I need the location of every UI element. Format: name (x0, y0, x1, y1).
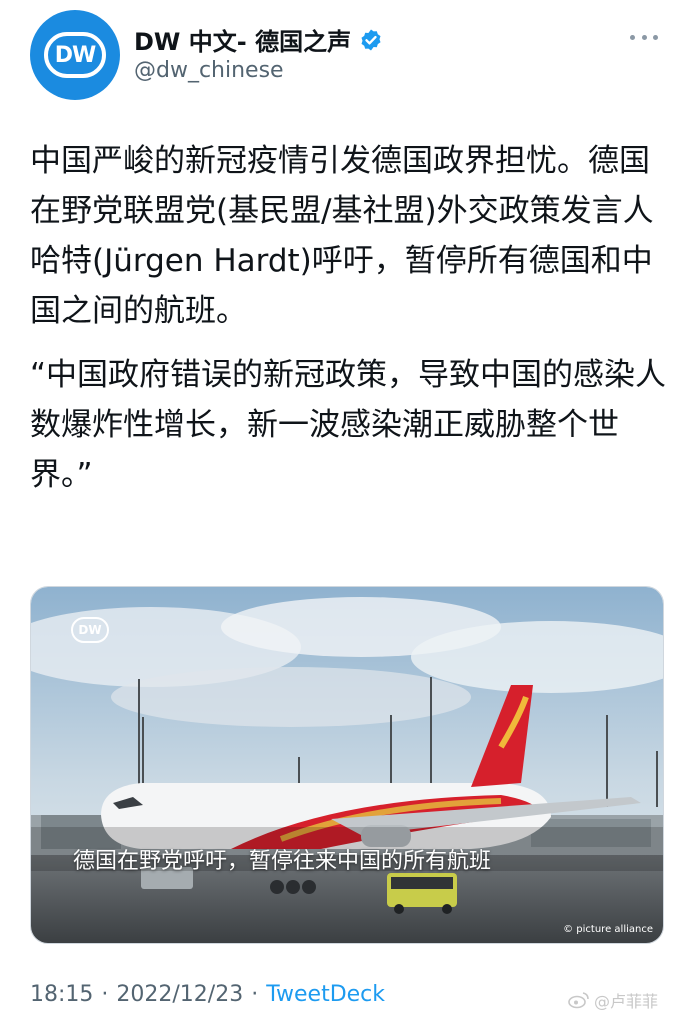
tweet-time[interactable]: 18:15 (30, 982, 93, 1007)
watermark-text: @卢菲菲 (593, 992, 658, 1011)
tweet-meta: 18:15 · 2022/12/23 · TweetDeck (30, 982, 385, 1007)
tweet-quote: “中国政府错误的新冠政策，导致中国的感染人数爆炸性增长，新一波感染潮正威胁整个世… (30, 357, 667, 493)
tweet-media[interactable]: DW 德国在野党呼吁，暂停往来中国的所有航班 © picture allianc… (30, 586, 664, 944)
photo-credit: © picture alliance (563, 924, 653, 935)
dw-watermark-logo: DW (71, 617, 109, 643)
separator: · (101, 982, 109, 1007)
display-name[interactable]: DW 中文- 德国之声 (134, 22, 351, 57)
tweet-source-link[interactable]: TweetDeck (266, 982, 385, 1007)
avatar[interactable]: DW (30, 10, 120, 100)
more-options-icon[interactable] (630, 30, 658, 44)
weibo-watermark: @卢菲菲 (568, 988, 658, 1012)
dw-logo-icon: DW (44, 32, 106, 78)
media-caption: 德国在野党呼吁，暂停往来中国的所有航班 (73, 849, 492, 874)
separator: · (251, 982, 259, 1007)
verified-badge-icon (361, 29, 381, 50)
tweet-body: 中国严峻的新冠疫情引发德国政界担忧。德国在野党联盟党(基民盟/基社盟)外交政策发… (30, 136, 670, 500)
tweet-paragraph: 中国严峻的新冠疫情引发德国政界担忧。德国在野党联盟党(基民盟/基社盟)外交政策发… (30, 143, 654, 329)
airplane-photo (31, 587, 663, 943)
weibo-icon (568, 992, 589, 1009)
tweet-date[interactable]: 2022/12/23 (116, 982, 243, 1007)
handle[interactable]: @dw_chinese (134, 58, 284, 83)
tweet-header: DW DW 中文- 德国之声 @dw_chinese (0, 0, 690, 110)
name-row: DW 中文- 德国之声 (134, 22, 383, 57)
